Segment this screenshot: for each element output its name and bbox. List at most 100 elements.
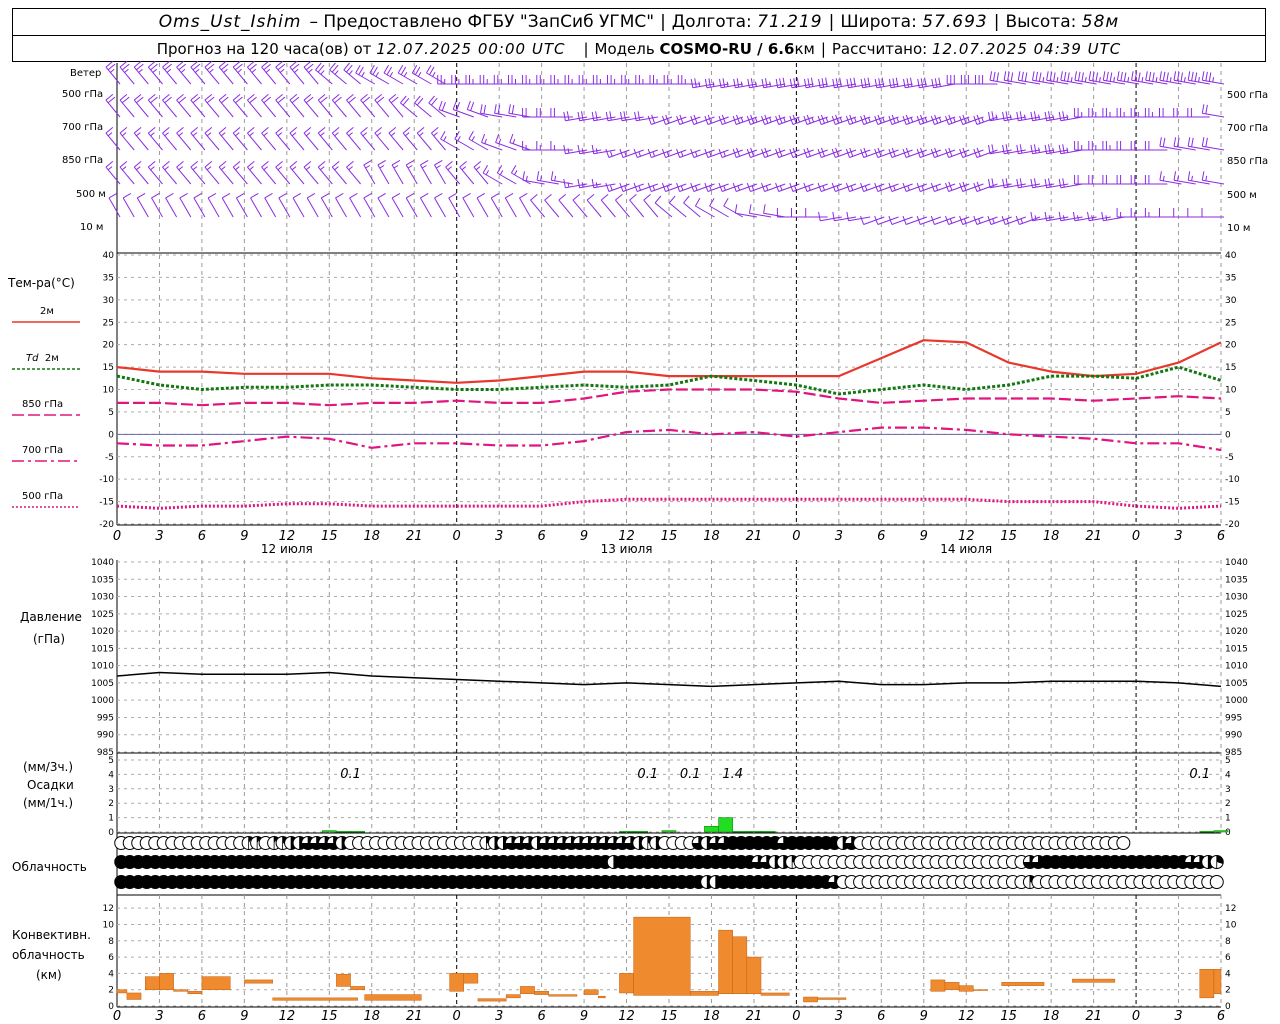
time-tick-label: 6 [877, 1009, 885, 1024]
wind-barb-flag [223, 68, 228, 73]
wind-barb-flag [452, 100, 457, 110]
convective-bar [548, 994, 578, 997]
wind-barb-flag [1201, 104, 1205, 114]
wind-barb-flag [218, 161, 227, 168]
wind-barb-flag [1091, 215, 1094, 221]
wind-barb-flag [709, 151, 712, 157]
precip-bar [619, 831, 634, 833]
time-tick-label: 3 [495, 529, 503, 544]
wind-barb-flag [393, 165, 399, 169]
precip-total-label: 1.4 [722, 767, 743, 782]
wind-barb-flag [476, 192, 486, 199]
wind-barb-flag [1205, 71, 1208, 81]
wind-barb [349, 197, 362, 218]
wind-barb-flag [853, 117, 857, 123]
wind-barb-flag [1116, 71, 1120, 81]
wind-barb-flag [468, 130, 474, 140]
wind-barb [572, 199, 588, 218]
time-tick-label: 15 [1000, 1009, 1017, 1024]
wind-barb-flag [1062, 178, 1065, 188]
wind-barb [275, 132, 291, 151]
conv-tick-label-left: 12 [103, 904, 114, 914]
wind-barb-flag [1187, 71, 1191, 81]
temp-tick-label-right: -10 [1225, 475, 1240, 485]
wind-barb-flag [1058, 178, 1062, 188]
wind-barb [668, 202, 687, 218]
pressure-tick-label-right: 990 [1225, 731, 1242, 741]
precip-bar [732, 831, 748, 833]
wind-barb-flag [769, 81, 771, 87]
wind-barb [147, 66, 163, 85]
time-tick-label: 0 [1132, 529, 1140, 544]
wind-barb-flag [164, 132, 169, 137]
wind-barb [391, 197, 404, 218]
wind-barb-flag [308, 68, 313, 73]
wind-barb-flag [1062, 111, 1065, 121]
wind-barb-flag [466, 100, 471, 110]
wind-barb-flag [436, 165, 441, 169]
wind-barb-flag [179, 192, 188, 199]
wind-barb-flag [896, 117, 900, 123]
wind-barb-flag [1095, 72, 1099, 82]
convective-bar [336, 973, 351, 987]
wind-barb-flag [429, 66, 435, 76]
wind-barb-flag [1024, 72, 1028, 82]
wind-barb [218, 66, 234, 85]
wind-barb-flag [832, 211, 835, 221]
wind-barb-flag [563, 178, 566, 188]
wind-barb-flag [882, 117, 885, 123]
wind-barb-flag [420, 192, 429, 199]
time-tick-label: 18 [1043, 1009, 1060, 1024]
time-tick-label: 21 [746, 529, 763, 544]
wind-barb-flag [558, 194, 567, 201]
wind-barb-flag [938, 117, 942, 123]
wind-barb [292, 197, 305, 218]
wind-barb-flag [473, 161, 482, 168]
wind-barb-flag [363, 159, 372, 166]
wind-barb-flag [623, 111, 626, 121]
wind-barb [558, 199, 574, 218]
wind-barb-flag [825, 117, 829, 123]
wind-barb-flag [810, 77, 814, 87]
temp-tick-label-left: 5 [108, 408, 114, 418]
convective-bar [1213, 969, 1222, 995]
wind-barb [232, 99, 248, 118]
wind-barb-flag [232, 127, 241, 134]
wind-barb [232, 132, 248, 151]
pressure-tick-label-left: 1015 [91, 644, 114, 654]
convective-bar [272, 997, 358, 1001]
wind-barb-flag [1003, 71, 1007, 81]
wind-barb-flag [485, 170, 490, 176]
convective-bar [449, 973, 465, 992]
temp-tick-label-right: 15 [1225, 363, 1236, 373]
wind-barb-flag [1183, 77, 1186, 83]
time-tick-label: 15 [661, 529, 678, 544]
wind-barb-flag [1019, 178, 1023, 188]
wind-barb-flag [221, 132, 226, 137]
temp-tick-label-right: 5 [1225, 408, 1231, 418]
wind-barb [176, 166, 192, 185]
time-tick-label: 12 [279, 1009, 296, 1024]
convective-bar [520, 986, 535, 995]
wind-barb-flag [1162, 175, 1165, 181]
temp-tick-label-left: 20 [103, 341, 115, 351]
wind-barb-flag [414, 66, 421, 76]
wind-barb-flag [249, 132, 254, 137]
wind-barb-flag [860, 215, 865, 225]
convective-bar [116, 989, 128, 994]
wind-barb-flag [1032, 71, 1035, 81]
wind-barb-flag [441, 102, 446, 111]
wind-barb-flag [432, 71, 436, 77]
wind-barb-flag [1052, 114, 1055, 120]
wind-barb [218, 132, 234, 151]
pressure-tick-label-right: 1040 [1225, 558, 1248, 568]
time-tick-label: 0 [453, 529, 461, 544]
wind-barb [176, 99, 192, 118]
wind-barb [165, 197, 178, 218]
wind-barb-flag [480, 104, 483, 114]
wind-barb-flag [320, 70, 325, 75]
wind-barb-flag [279, 68, 285, 73]
wind-barb-flag [1016, 144, 1019, 154]
wind-barb-flag [694, 151, 698, 157]
wind-barb [275, 99, 291, 118]
